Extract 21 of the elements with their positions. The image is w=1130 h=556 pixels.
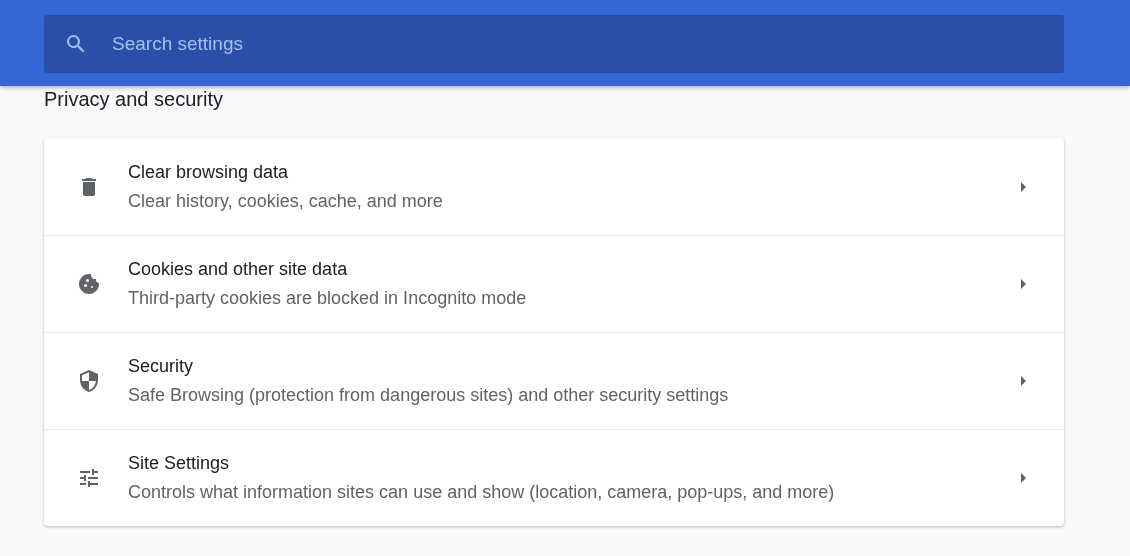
chevron-icon bbox=[1020, 375, 1028, 387]
cookie-icon bbox=[77, 272, 101, 296]
row-subtitle: Clear history, cookies, cache, and more bbox=[128, 190, 444, 212]
settings-row[interactable]: Security Safe Browsing (protection from dangerous sites) and other security settings bbox=[44, 332, 1064, 429]
settings-row[interactable]: Cookies and other site data Third-party cookies are blocked in Incognito mode bbox=[44, 235, 1064, 332]
chevron-icon bbox=[1020, 472, 1028, 484]
chevron-icon bbox=[1020, 180, 1028, 193]
chevron-icon bbox=[1020, 278, 1028, 290]
settings-row[interactable]: Site Settings Controls what information sites can use and show (location, camera, pop-ups, and more) bbox=[44, 429, 1064, 526]
row-subtitle: Controls what information sites can use and show (location, camera, pop-ups, and more) bbox=[128, 482, 836, 503]
row-title: Security bbox=[128, 356, 195, 377]
row-title: Clear browsing data bbox=[128, 161, 290, 183]
row-subtitle: Safe Browsing (protection from dangerous sites) and other security settings bbox=[128, 385, 730, 406]
section-title: Privacy and security bbox=[44, 87, 224, 112]
search-field[interactable]: Search settings bbox=[44, 15, 1064, 73]
row-subtitle: Third-party cookies are blocked in Incognito mode bbox=[128, 288, 528, 309]
settings-row[interactable]: Clear browsing data Clear history, cookies, cache, and more bbox=[44, 138, 1064, 235]
row-title: Site Settings bbox=[128, 453, 231, 474]
sliders-icon bbox=[77, 466, 101, 490]
row-title: Cookies and other site data bbox=[128, 259, 349, 280]
shield-icon bbox=[77, 369, 101, 393]
